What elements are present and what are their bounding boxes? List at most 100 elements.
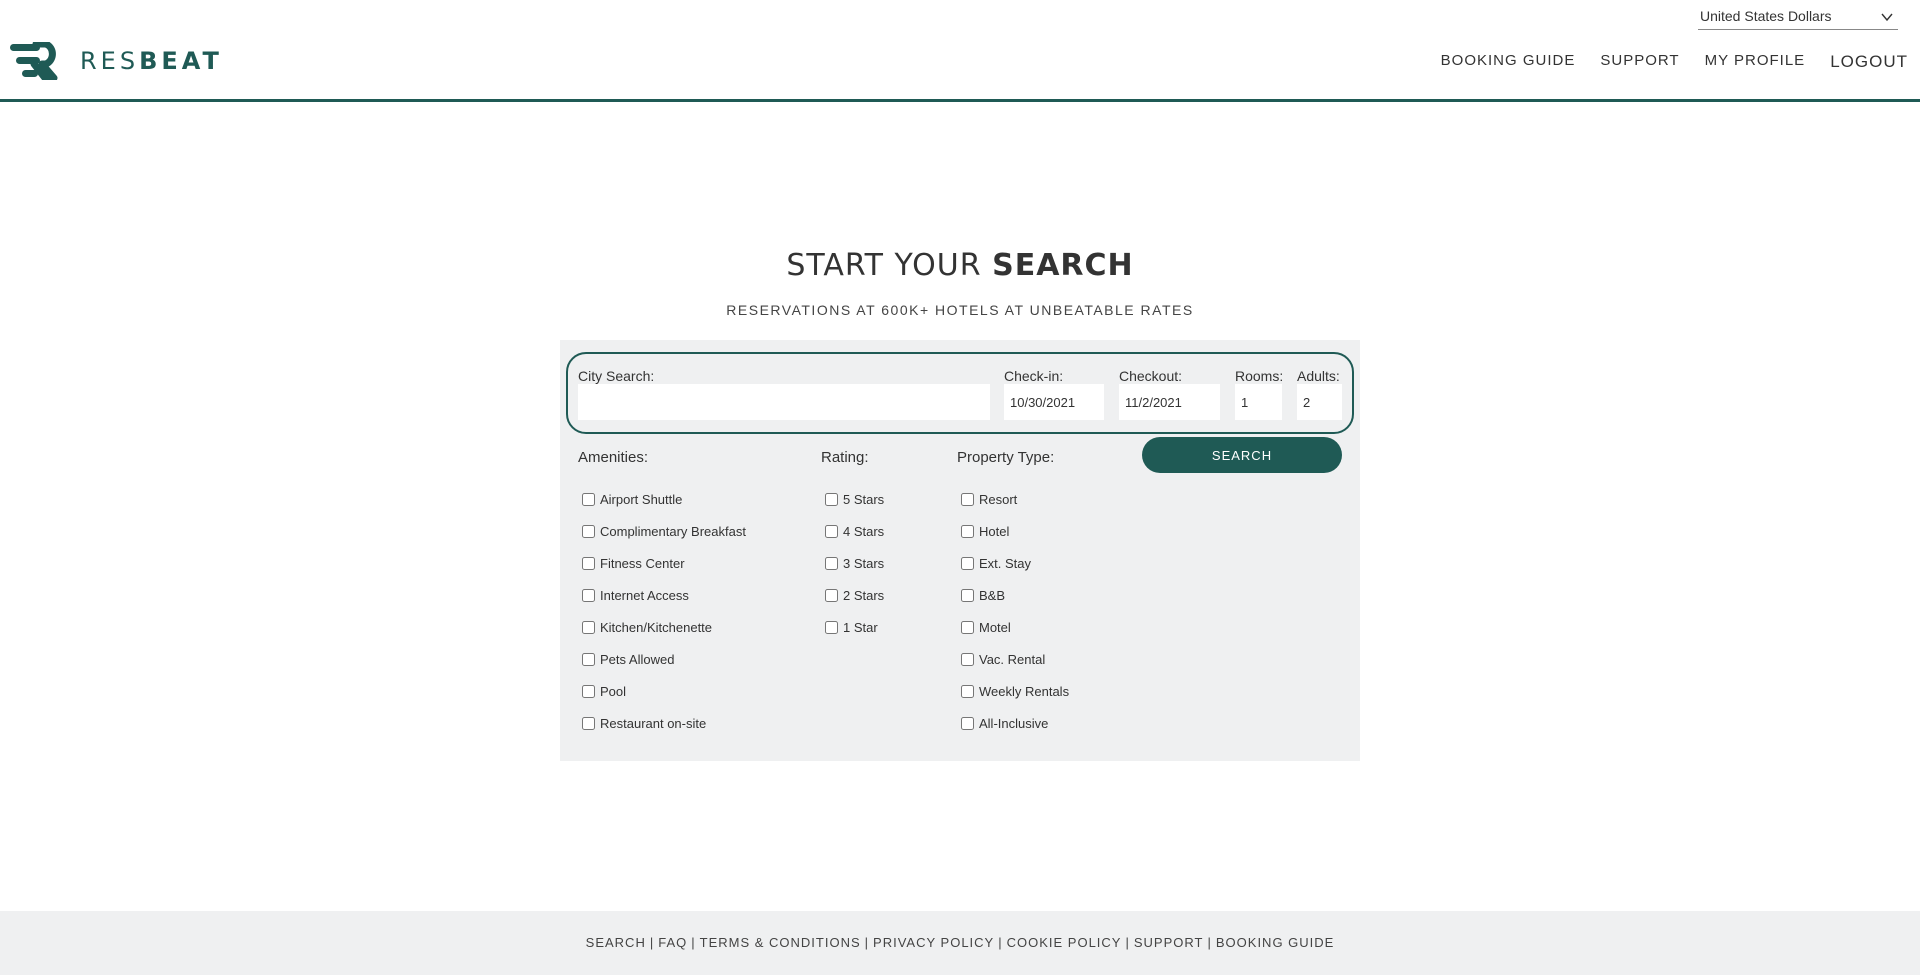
footer-link-cookie[interactable]: COOKIE POLICY <box>1007 935 1122 950</box>
footer-link-privacy[interactable]: PRIVACY POLICY <box>873 935 994 950</box>
property-checkbox[interactable] <box>961 524 974 538</box>
rating-4-stars[interactable]: 4 Stars <box>821 515 884 547</box>
amenity-label: Airport Shuttle <box>600 491 683 507</box>
amenity-internet-access[interactable]: Internet Access <box>578 579 746 611</box>
amenity-checkbox[interactable] <box>582 524 595 538</box>
rating-item-label: 1 Star <box>843 619 878 635</box>
rating-checkbox[interactable] <box>825 492 838 506</box>
property-item-label: Resort <box>979 491 1018 507</box>
nav-booking-guide[interactable]: BOOKING GUIDE <box>1441 52 1576 72</box>
property-checkbox[interactable] <box>961 716 974 730</box>
property-checkbox[interactable] <box>961 588 974 602</box>
amenity-checkbox[interactable] <box>582 588 595 602</box>
property-type-list: Resort Hotel Ext. Stay B&B Motel Vac. Re… <box>957 483 1069 739</box>
footer-separator: | <box>998 935 1003 950</box>
property-checkbox[interactable] <box>961 684 974 698</box>
nav-support[interactable]: SUPPORT <box>1600 52 1679 72</box>
rating-3-stars[interactable]: 3 Stars <box>821 547 884 579</box>
amenity-pool[interactable]: Pool <box>578 675 746 707</box>
footer-separator: | <box>649 935 655 950</box>
rating-list: 5 Stars 4 Stars 3 Stars 2 Stars 1 Star <box>821 483 884 643</box>
rating-item-label: 2 Stars <box>843 587 885 603</box>
property-item-label: Hotel <box>979 523 1010 539</box>
logo[interactable]: RESBEAT <box>10 42 223 80</box>
nav-my-profile[interactable]: MY PROFILE <box>1705 52 1806 72</box>
amenity-checkbox[interactable] <box>582 684 595 698</box>
checkout-label: Checkout: <box>1119 368 1183 384</box>
property-checkbox[interactable] <box>961 492 974 506</box>
rooms-input[interactable] <box>1235 384 1282 420</box>
amenity-checkbox[interactable] <box>582 492 595 506</box>
nav-logout[interactable]: LOGOUT <box>1830 52 1908 72</box>
main-nav: BOOKING GUIDE SUPPORT MY PROFILE LOGOUT <box>1416 52 1908 72</box>
amenity-fitness-center[interactable]: Fitness Center <box>578 547 746 579</box>
city-search-input[interactable] <box>578 384 990 420</box>
amenity-airport-shuttle[interactable]: Airport Shuttle <box>578 483 746 515</box>
footer-link-support[interactable]: SUPPORT <box>1134 935 1204 950</box>
footer-link-faq[interactable]: FAQ <box>658 935 687 950</box>
footer-link-terms[interactable]: TERMS & CONDITIONS <box>700 935 861 950</box>
amenity-restaurant[interactable]: Restaurant on-site <box>578 707 746 739</box>
footer-link-booking-guide[interactable]: BOOKING GUIDE <box>1216 935 1334 950</box>
page-title-bold: SEARCH <box>992 248 1134 283</box>
footer-separator: | <box>1125 935 1130 950</box>
amenity-label: Internet Access <box>600 587 689 603</box>
rating-item-label: 4 Stars <box>843 523 885 539</box>
logo-mark-icon <box>10 42 58 80</box>
adults-label: Adults: <box>1297 368 1340 384</box>
property-ext-stay[interactable]: Ext. Stay <box>957 547 1069 579</box>
amenity-checkbox[interactable] <box>582 716 595 730</box>
property-item-label: Ext. Stay <box>979 555 1032 571</box>
checkout-input[interactable] <box>1119 384 1220 420</box>
logo-text-prefix: RES <box>80 47 140 75</box>
currency-value: United States Dollars <box>1700 8 1832 24</box>
rating-checkbox[interactable] <box>825 620 838 634</box>
footer-separator: | <box>864 935 870 950</box>
property-motel[interactable]: Motel <box>957 611 1069 643</box>
property-item-label: B&B <box>979 587 1006 603</box>
rating-label: Rating: <box>821 449 869 466</box>
property-item-label: Weekly Rentals <box>979 683 1070 699</box>
page-title-light: START YOUR <box>786 248 993 283</box>
rating-checkbox[interactable] <box>825 556 838 570</box>
amenity-checkbox[interactable] <box>582 620 595 634</box>
property-bnb[interactable]: B&B <box>957 579 1069 611</box>
amenity-checkbox[interactable] <box>582 556 595 570</box>
property-item-label: All-Inclusive <box>979 715 1049 731</box>
site-header: RESBEAT United States Dollars BOOKING GU… <box>0 0 1920 102</box>
chevron-down-icon <box>1881 13 1893 22</box>
rating-checkbox[interactable] <box>825 588 838 602</box>
rating-checkbox[interactable] <box>825 524 838 538</box>
property-type-label: Property Type: <box>957 449 1055 466</box>
currency-select[interactable]: United States Dollars <box>1698 6 1898 30</box>
amenity-label: Restaurant on-site <box>600 715 707 731</box>
logo-text: RESBEAT <box>80 47 223 75</box>
amenity-kitchen[interactable]: Kitchen/Kitchenette <box>578 611 746 643</box>
property-resort[interactable]: Resort <box>957 483 1069 515</box>
search-panel: City Search: Check-in: Checkout: Rooms: … <box>560 340 1360 761</box>
rating-2-stars[interactable]: 2 Stars <box>821 579 884 611</box>
property-vac-rental[interactable]: Vac. Rental <box>957 643 1069 675</box>
rating-1-star[interactable]: 1 Star <box>821 611 884 643</box>
page-title: START YOUR SEARCH <box>0 248 1920 283</box>
rating-5-stars[interactable]: 5 Stars <box>821 483 884 515</box>
footer-link-search[interactable]: SEARCH <box>586 935 646 950</box>
amenities-label: Amenities: <box>578 449 649 466</box>
checkin-input[interactable] <box>1004 384 1104 420</box>
amenity-complimentary-breakfast[interactable]: Complimentary Breakfast <box>578 515 746 547</box>
site-footer: SEARCH | FAQ | TERMS & CONDITIONS | PRIVACY PO… <box>0 911 1920 975</box>
property-checkbox[interactable] <box>961 652 974 666</box>
property-weekly-rentals[interactable]: Weekly Rentals <box>957 675 1069 707</box>
amenity-pets-allowed[interactable]: Pets Allowed <box>578 643 746 675</box>
search-button[interactable]: SEARCH <box>1142 437 1342 473</box>
amenity-checkbox[interactable] <box>582 652 595 666</box>
property-checkbox[interactable] <box>961 620 974 634</box>
rating-item-label: 3 Stars <box>843 555 885 571</box>
property-hotel[interactable]: Hotel <box>957 515 1069 547</box>
adults-input[interactable] <box>1297 384 1342 420</box>
amenities-list: Airport Shuttle Complimentary Breakfast … <box>578 483 746 739</box>
amenity-label: Kitchen/Kitchenette <box>600 619 713 635</box>
property-all-inclusive[interactable]: All-Inclusive <box>957 707 1069 739</box>
rating-item-label: 5 Stars <box>843 491 885 507</box>
property-checkbox[interactable] <box>961 556 974 570</box>
